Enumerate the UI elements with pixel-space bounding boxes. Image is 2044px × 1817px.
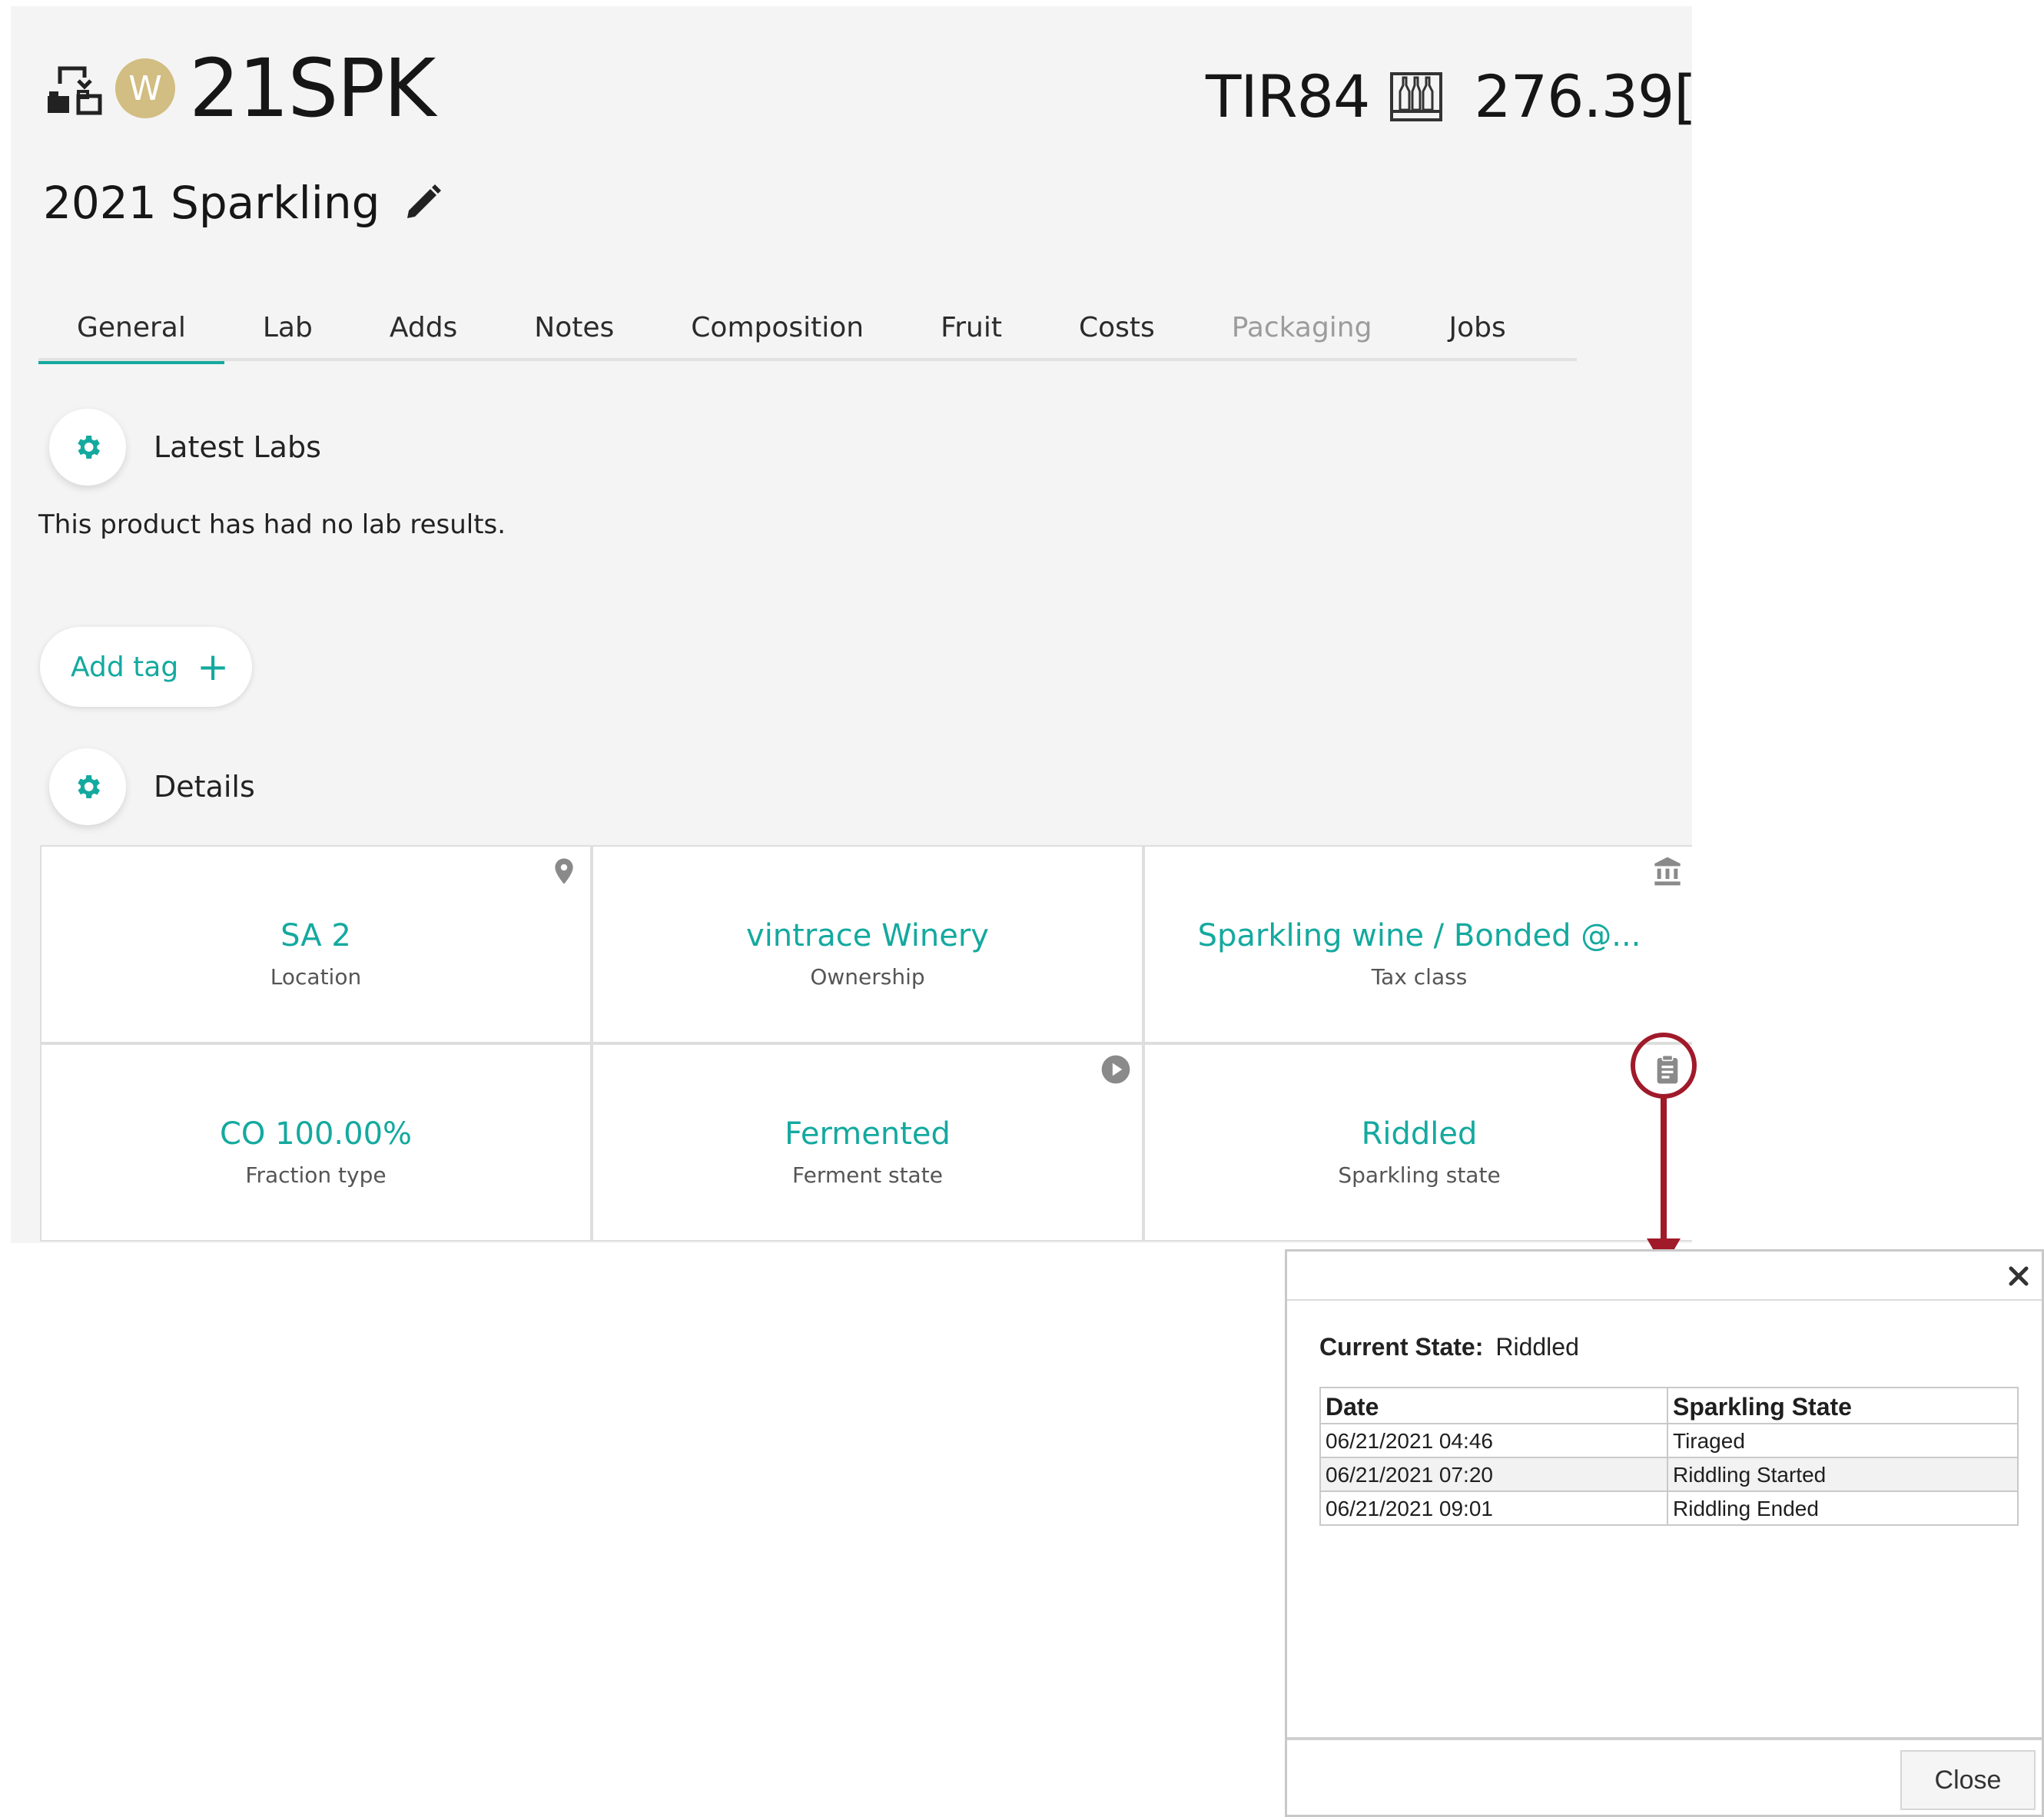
detail-location[interactable]: SA 2 Location [41, 847, 590, 1042]
details-settings-button[interactable] [49, 748, 126, 825]
add-tag-label: Add tag [71, 651, 179, 683]
location-value: SA 2 [280, 917, 351, 953]
tab-adds[interactable]: Adds [351, 298, 496, 361]
current-state-label: Current State: [1319, 1333, 1484, 1361]
sparkling-state-table: Date Sparkling State 06/21/2021 04:46 Ti… [1319, 1387, 2019, 1526]
product-panel: W 21SPK TIR84 276.39[ 2021 Sparkling Gen… [11, 6, 1692, 1243]
detail-tax-class[interactable]: Sparkling wine / Bonded @... Tax class [1145, 847, 1692, 1042]
tax-class-label: Tax class [1371, 963, 1468, 990]
row-date: 06/21/2021 04:46 [1319, 1423, 1668, 1458]
tab-bar: General Lab Adds Notes Composition Fruit… [38, 298, 1577, 364]
detail-ownership[interactable]: vintrace Winery Ownership [593, 847, 1142, 1042]
row-date: 06/21/2021 09:01 [1319, 1490, 1668, 1526]
dialog-header [1287, 1252, 2042, 1301]
row-date: 06/21/2021 07:20 [1319, 1457, 1668, 1492]
transfer-icon[interactable] [43, 58, 105, 119]
tab-costs[interactable]: Costs [1040, 298, 1193, 361]
ownership-value: vintrace Winery [746, 917, 989, 953]
pencil-icon[interactable] [403, 183, 443, 223]
latest-labs-header: Latest Labs [49, 409, 321, 486]
product-description: 2021 Sparkling [43, 177, 380, 229]
gear-icon [78, 775, 100, 798]
sparkling-state-label: Sparkling state [1338, 1162, 1501, 1188]
details-grid: SA 2 Location vintrace Winery Ownership … [40, 845, 1692, 1242]
row-state: Riddling Ended [1667, 1490, 2019, 1526]
table-header-row: Date Sparkling State [1319, 1387, 2019, 1424]
ownership-label: Ownership [810, 963, 925, 990]
table-row: 06/21/2021 07:20 Riddling Started [1319, 1457, 2019, 1492]
tab-fruit[interactable]: Fruit [902, 298, 1040, 361]
current-state-value: Riddled [1495, 1333, 1579, 1361]
product-description-row: 2021 Sparkling [43, 177, 443, 229]
ferment-state-label: Ferment state [792, 1162, 943, 1188]
bottle-crate-icon [1390, 72, 1443, 121]
fraction-type-label: Fraction type [245, 1162, 387, 1188]
bank-icon[interactable] [1652, 856, 1683, 887]
column-date: Date [1319, 1387, 1668, 1424]
details-header: Details [49, 748, 255, 825]
details-title: Details [154, 770, 255, 804]
tab-notes[interactable]: Notes [496, 298, 652, 361]
location-label: Location [270, 963, 362, 990]
row-state: Tiraged [1667, 1423, 2019, 1458]
table-row: 06/21/2021 04:46 Tiraged [1319, 1423, 2019, 1458]
close-icon[interactable] [2005, 1262, 2032, 1290]
volume-value: 276.39[ [1474, 62, 1692, 131]
tab-jobs[interactable]: Jobs [1410, 298, 1544, 361]
current-state: Current State: Riddled [1319, 1333, 1579, 1361]
detail-ferment-state[interactable]: Fermented Ferment state [593, 1045, 1142, 1240]
play-circle-icon[interactable] [1100, 1054, 1131, 1085]
gear-icon [78, 436, 100, 459]
owner-avatar: W [115, 58, 175, 118]
table-row: 06/21/2021 09:01 Riddling Ended [1319, 1490, 2019, 1526]
tab-lab[interactable]: Lab [224, 298, 351, 361]
dialog-footer-divider [1287, 1737, 2042, 1740]
product-header: W 21SPK [43, 41, 436, 135]
product-code: 21SPK [189, 41, 436, 135]
sparkling-state-value: Riddled [1361, 1116, 1478, 1152]
vessel-code[interactable]: TIR84 [1206, 68, 1370, 126]
tax-class-value: Sparkling wine / Bonded @... [1197, 917, 1641, 953]
no-lab-results-message: This product has had no lab results. [38, 509, 506, 540]
callout-highlight-circle [1631, 1033, 1697, 1099]
fraction-type-value: CO 100.00% [219, 1116, 413, 1152]
close-button[interactable]: Close [1900, 1750, 2036, 1810]
tab-general[interactable]: General [38, 298, 224, 364]
plus-icon: + [197, 645, 230, 689]
column-sparkling-state: Sparkling State [1667, 1387, 2019, 1424]
map-pin-icon[interactable] [549, 856, 579, 887]
detail-fraction-type[interactable]: CO 100.00% Fraction type [41, 1045, 590, 1240]
latest-labs-title: Latest Labs [154, 430, 321, 464]
detail-sparkling-state[interactable]: Riddled Sparkling state [1145, 1045, 1692, 1240]
latest-labs-settings-button[interactable] [49, 409, 126, 486]
add-tag-button[interactable]: Add tag + [40, 627, 252, 707]
callout-arrow-line [1661, 1097, 1667, 1257]
vessel-summary: TIR84 276.39[ [1206, 68, 1692, 126]
tab-composition[interactable]: Composition [652, 298, 902, 361]
row-state: Riddling Started [1667, 1457, 2019, 1492]
ferment-state-value: Fermented [785, 1116, 951, 1152]
sparkling-state-dialog: Current State: Riddled Date Sparkling Sta… [1285, 1249, 2044, 1817]
tab-packaging: Packaging [1231, 312, 1372, 343]
